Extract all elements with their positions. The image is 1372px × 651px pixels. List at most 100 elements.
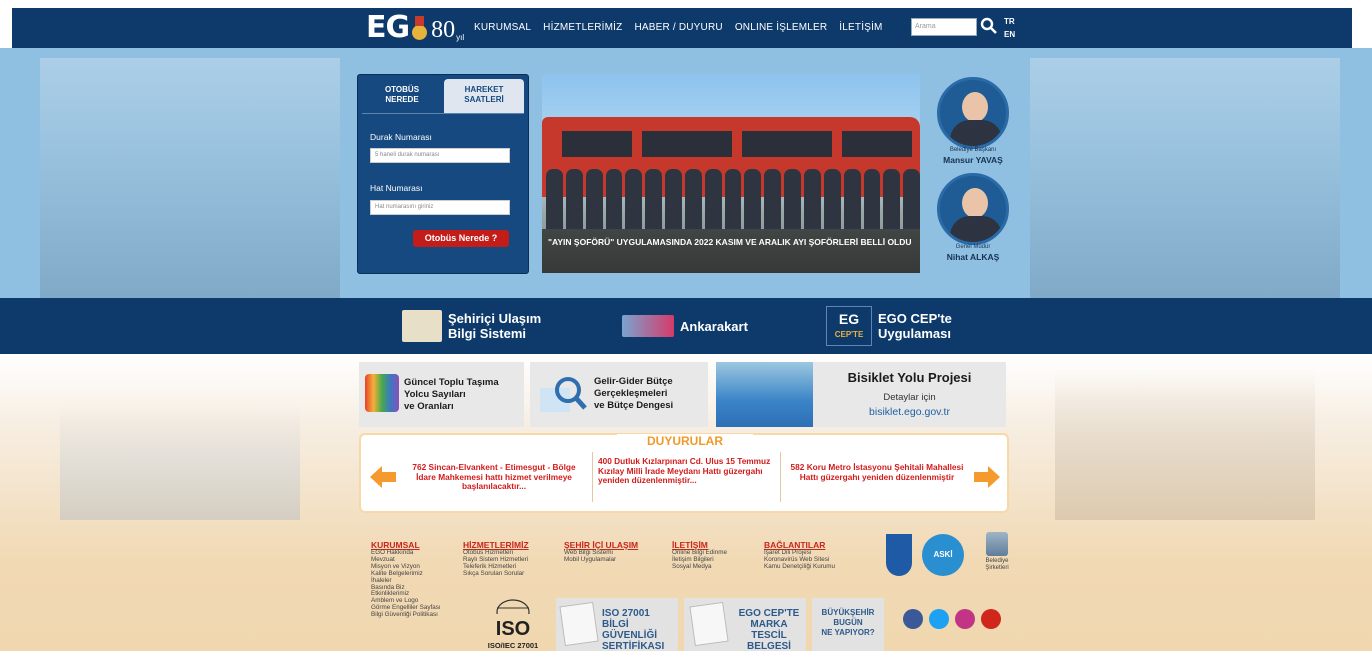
iso-certificate-line3: SERTİFİKASI (602, 641, 665, 651)
line-number-label: Hat Numarası (370, 183, 423, 193)
bus-window (842, 131, 912, 157)
tab-hareket-saatleri[interactable]: HAREKET SAATLERİ (444, 79, 524, 113)
bus-illustration-left (60, 405, 300, 520)
footer-list-iletisim: Online Bilgi Edinme İletişim Bilgileri S… (672, 549, 727, 571)
trademark-certificate-text: EGO CEP'TE MARKA TESCİL BELGESİ (732, 608, 806, 651)
bar-chart-icon (365, 374, 399, 412)
metropolis-today-line3: NE YAPIYOR? (821, 628, 875, 637)
iso-logo-subtext: ISO/IEC 27001 (487, 641, 539, 650)
city-transport-info-line2: Bilgi Sistemi (448, 326, 527, 341)
stop-number-input[interactable]: 5 haneli durak numarası (370, 148, 510, 163)
footer-link[interactable]: Kamu Denetçiliği Kurumu (764, 563, 835, 571)
ego-cepte-app-link[interactable]: EG CEP'TE EGO CEP'te Uygulaması (826, 298, 952, 354)
iso-logo-text: ISO (495, 618, 531, 640)
announcement-item[interactable]: 582 Koru Metro İstasyonu Şehitali Mahall… (788, 462, 966, 482)
nav-item-hizmetlerimiz[interactable]: HİZMETLERİMİZ (543, 22, 622, 33)
ankarakart-card-icon (622, 315, 674, 337)
passenger-stats-line1: Güncel Toplu Taşıma (404, 377, 499, 388)
general-manager-name[interactable]: Nihat ALKAŞ (918, 252, 1028, 262)
facebook-icon[interactable] (903, 609, 923, 629)
announcement-divider (592, 452, 593, 502)
metropolis-today-line1: BÜYÜKŞEHİR (821, 608, 875, 617)
bus-window (562, 131, 632, 157)
subsidiaries-line1: Belediye (985, 558, 1009, 564)
ego-cepte-logo-text: EG (838, 311, 860, 327)
budget-promo[interactable]: Gelir-Gider Bütçe Gerçekleşmeleri ve Büt… (530, 362, 708, 427)
passenger-stats-line3: ve Oranları (404, 401, 454, 412)
line-number-input[interactable]: Hat numarasını giriniz (370, 200, 510, 215)
metropolis-today-line2: BUGÜN (833, 618, 863, 627)
globe-icon (496, 599, 530, 625)
city-transport-info-link[interactable]: Şehiriçi Ulaşım Bilgi Sistemi (402, 298, 541, 354)
trademark-certificate-line2: MARKA TESCİL (750, 619, 788, 641)
footer-list-sehir-ici-ulasim: Web Bilgi Sistemi Mobil Uygulamalar (564, 549, 616, 564)
ego-cepte-line2: Uygulaması (878, 326, 951, 341)
subsidiaries-link[interactable]: Belediye Şirketleri (979, 532, 1015, 582)
bus-where-button[interactable]: Otobüs Nerede ? (413, 230, 509, 247)
iso-certificate-text: ISO 27001 BİLGİ GÜVENLİĞİ SERTİFİKASI (602, 608, 678, 651)
arrow-right-icon[interactable] (974, 466, 1000, 488)
footer-link[interactable]: Sosyal Medya (672, 563, 727, 571)
ankara-metropolitan-logo[interactable] (886, 534, 912, 576)
certificate-icon (689, 601, 729, 647)
map-pin-icon (402, 310, 442, 342)
budget-line1: Gelir-Gider Bütçe (594, 376, 673, 387)
tab-otobus-nerede[interactable]: OTOBÜS NEREDE (362, 79, 442, 113)
top-navigation-bar: EG 80 yıl KURUMSAL HİZMETLERİMİZ HABER /… (12, 8, 1352, 48)
search-input[interactable]: Arama (911, 18, 977, 36)
nav-item-kurumsal[interactable]: KURUMSAL (474, 22, 531, 33)
nav-item-haber-duyuru[interactable]: HABER / DUYURU (634, 22, 722, 33)
bus-window (642, 131, 732, 157)
tab-otobus-nerede-line2: NEREDE (385, 95, 419, 104)
bus-where-widget: OTOBÜS NEREDE HAREKET SAATLERİ Durak Num… (357, 74, 529, 274)
budget-line2: Gerçekleşmeleri (594, 388, 668, 399)
trademark-certificate-badge[interactable]: EGO CEP'TE MARKA TESCİL BELGESİ (684, 598, 806, 651)
lang-tr-link[interactable]: TR (1004, 15, 1015, 28)
ego-cepte-logo-sub: CEP'TE (834, 330, 864, 339)
ankarakart-link[interactable]: Ankarakart (622, 298, 748, 354)
mayor-title: Belediye Başkanı (949, 147, 997, 153)
passenger-stats-text: Güncel Toplu Taşıma Yolcu Sayıları ve Or… (404, 377, 499, 413)
passenger-stats-promo[interactable]: Güncel Toplu Taşıma Yolcu Sayıları ve Or… (359, 362, 524, 427)
twitter-icon[interactable] (929, 609, 949, 629)
subsidiaries-line2: Şirketleri (985, 565, 1009, 571)
lang-en-link[interactable]: EN (1004, 28, 1015, 41)
bicycle-path-title: Bisiklet Yolu Projesi (847, 370, 972, 385)
nav-item-online-islemler[interactable]: ONLINE İŞLEMLER (735, 22, 827, 33)
bicycle-path-promo[interactable]: Bisiklet Yolu Projesi Detaylar için bisi… (716, 362, 1006, 427)
budget-line3: ve Bütçe Dengesi (594, 400, 674, 411)
footer-list-baglantilar: İşaret Dili Projesi Koronavirüs Web Site… (764, 549, 835, 571)
iso-certificate-badge[interactable]: ISO 27001 BİLGİ GÜVENLİĞİ SERTİFİKASI (556, 598, 678, 651)
page: EG 80 yıl KURUMSAL HİZMETLERİMİZ HABER /… (0, 0, 1372, 651)
general-manager-portrait[interactable] (937, 173, 1009, 245)
announcement-item[interactable]: 762 Sincan-Elvankent - Etimesgut - Bölge… (404, 462, 584, 492)
footer-link[interactable]: Bilgi Güvenliği Politikası (371, 611, 441, 619)
slide-caption[interactable]: "AYIN ŞOFÖRÜ" UYGULAMASINDA 2022 KASIM V… (542, 229, 920, 273)
announcement-item[interactable]: 400 Dutluk Kızlarpınarı Cd. Ulus 15 Temm… (598, 456, 773, 486)
footer-link[interactable]: Mobil Uygulamalar (564, 556, 616, 564)
ego-cepte-logo: EG CEP'TE (826, 306, 872, 346)
mayor-portrait[interactable] (937, 77, 1009, 149)
ankarakart-label: Ankarakart (680, 318, 748, 334)
iso-certificate-line2: BİLGİ GÜVENLİĞİ (602, 619, 658, 641)
announcements-title: DUYURULAR (617, 434, 753, 448)
instagram-icon[interactable] (955, 609, 975, 629)
logo-brand-text: EG (366, 10, 410, 45)
iso-27001-logo: ISO ISO/IEC 27001 (478, 598, 548, 651)
bicycle-path-subtitle: Detaylar için (883, 392, 936, 403)
arrow-left-icon[interactable] (370, 466, 396, 488)
metropolis-today-badge[interactable]: BÜYÜKŞEHİR BUGÜN NE YAPIYOR? (812, 598, 884, 651)
nav-item-iletisim[interactable]: İLETİŞİM (839, 22, 882, 33)
ego-80-logo[interactable]: EG 80 yıl (366, 12, 464, 44)
bicycle-path-link[interactable]: bisiklet.ego.gov.tr (813, 406, 1006, 418)
footer-link[interactable]: Sıkça Sorulan Sorular (463, 570, 528, 578)
search-icon[interactable] (979, 16, 999, 36)
aski-logo[interactable]: ASKİ (922, 534, 964, 576)
mayor-name[interactable]: Mansur YAVAŞ (918, 155, 1028, 165)
magnifier-chart-icon (540, 377, 587, 412)
bicycle-path-photo (716, 362, 813, 427)
news-slider[interactable]: "AYIN ŞOFÖRÜ" UYGULAMASINDA 2022 KASIM V… (542, 74, 920, 273)
youtube-icon[interactable] (981, 609, 1001, 629)
stop-number-label: Durak Numarası (370, 132, 432, 142)
metropolis-today-text: BÜYÜKŞEHİR BUGÜN NE YAPIYOR? (812, 608, 884, 638)
